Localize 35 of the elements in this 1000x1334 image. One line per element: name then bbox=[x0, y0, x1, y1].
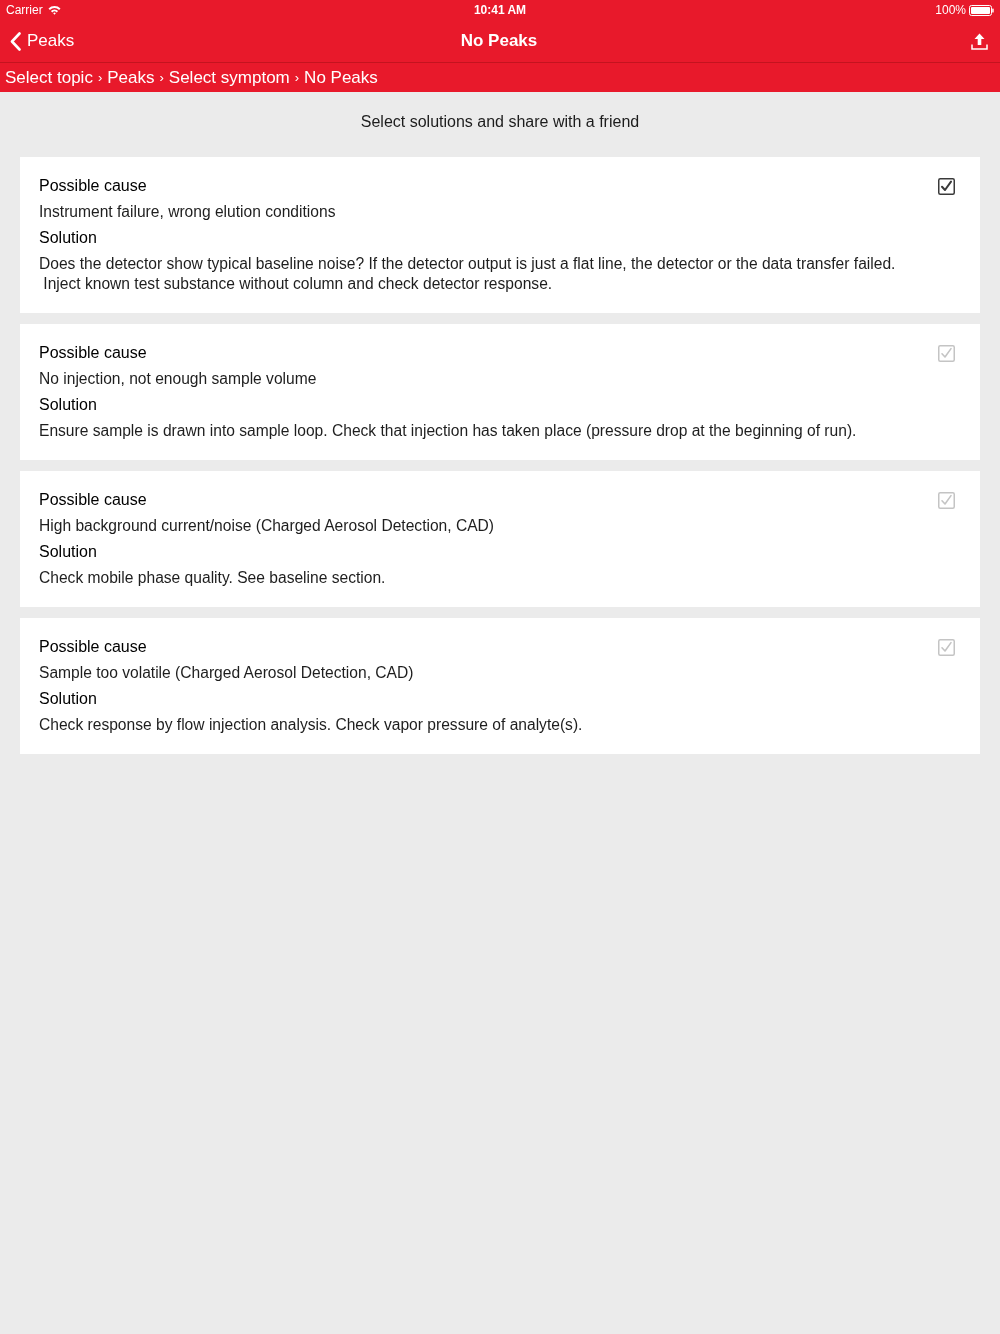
solution-text: Does the detector show typical baseline noise? If the detector output is just a flat line, the detector or the data transfer failed. Inject known test substance without column and check detector response. bbox=[39, 254, 897, 294]
cause-text: Instrument failure, wrong elution conditions bbox=[39, 202, 337, 222]
solution-heading: Solution bbox=[39, 689, 98, 709]
breadcrumb-separator: › bbox=[294, 70, 300, 85]
cause-heading: Possible cause bbox=[39, 490, 147, 510]
cause-heading: Possible cause bbox=[39, 343, 147, 363]
status-time: 10:41 AM bbox=[473, 3, 527, 17]
breadcrumb-link[interactable]: No Peaks bbox=[304, 67, 378, 88]
solution-text: Check mobile phase quality. See baseline section. bbox=[39, 568, 387, 588]
cause-text: High background current/noise (Charged Aerosol Detection, CAD) bbox=[39, 516, 496, 536]
breadcrumb-link[interactable]: Peaks bbox=[107, 67, 155, 88]
share-button[interactable] bbox=[970, 32, 988, 50]
wifi-icon bbox=[47, 5, 61, 15]
battery-icon bbox=[969, 4, 994, 16]
back-button[interactable]: Peaks bbox=[10, 29, 75, 53]
breadcrumb-separator: › bbox=[159, 70, 164, 85]
breadcrumb-separator: › bbox=[97, 70, 103, 85]
solution-heading: Solution bbox=[39, 542, 98, 562]
screen-title: No Peaks bbox=[460, 31, 538, 51]
solution-heading: Solution bbox=[39, 395, 98, 415]
breadcrumb-link[interactable]: Select symptom bbox=[168, 67, 290, 88]
cause-heading: Possible cause bbox=[39, 176, 147, 196]
solution-heading: Solution bbox=[39, 228, 98, 248]
carrier-label: Carrier bbox=[6, 3, 43, 17]
checkbox[interactable] bbox=[938, 177, 955, 195]
solution-text: Check response by flow injection analysis. Check vapor pressure of analyte(s). bbox=[39, 715, 584, 735]
chevron-left-icon bbox=[10, 31, 21, 51]
cause-text: Sample too volatile (Charged Aerosol Detection, CAD) bbox=[39, 663, 415, 683]
share-icon bbox=[970, 32, 988, 50]
instruction-text: Select solutions and share with a friend bbox=[360, 112, 640, 132]
cause-text: No injection, not enough sample volume bbox=[39, 369, 318, 389]
battery-percentage: 100% bbox=[935, 3, 966, 17]
cause-heading: Possible cause bbox=[39, 637, 147, 657]
solution-text: Ensure sample is drawn into sample loop. Check that injection has taken place (pressure drop at the beginning of run). bbox=[39, 421, 858, 441]
breadcrumb-link[interactable]: Select topic bbox=[5, 67, 93, 88]
